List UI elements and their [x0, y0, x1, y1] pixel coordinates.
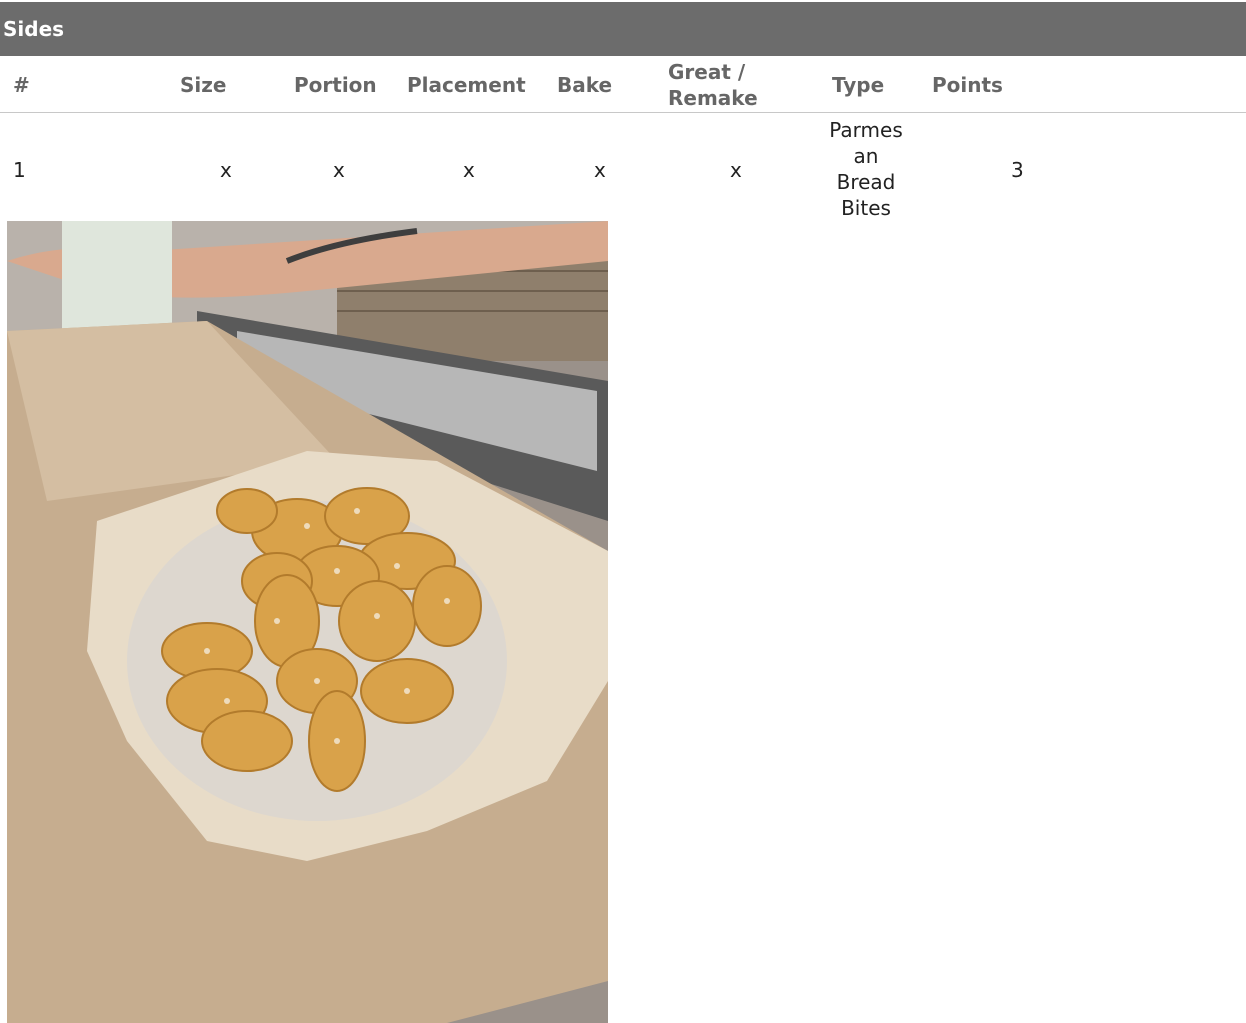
cell-number: 1	[13, 158, 26, 182]
photo-illustration	[7, 221, 608, 1023]
cell-bake: x	[594, 158, 606, 182]
column-header-points: Points	[932, 73, 1003, 97]
cell-portion: x	[333, 158, 345, 182]
table-header-row: # Size Portion Placement Bake Great / Re…	[0, 56, 1246, 113]
section-title: Sides	[3, 17, 65, 41]
column-header-bake: Bake	[557, 73, 613, 97]
parmesan-bread-bites-photo	[7, 221, 608, 1023]
column-header-portion: Portion	[294, 73, 377, 97]
cell-placement: x	[463, 158, 475, 182]
cell-great-remake: x	[730, 158, 742, 182]
table-row: 1 x x x x x Parmesan Bread Bites 3	[0, 113, 1246, 221]
column-header-great-remake: Great / Remake	[668, 60, 758, 110]
column-header-placement: Placement	[407, 73, 526, 97]
sides-page: Sides # Size Portion Placement Bake Grea…	[0, 0, 1246, 1023]
section-header: Sides	[0, 2, 1246, 56]
column-header-number: #	[13, 73, 30, 97]
cell-points: 3	[1011, 158, 1024, 182]
column-header-size: Size	[180, 73, 227, 97]
column-header-type: Type	[832, 73, 885, 97]
cell-type: Parmesan Bread Bites	[829, 118, 903, 220]
cell-size: x	[220, 158, 232, 182]
